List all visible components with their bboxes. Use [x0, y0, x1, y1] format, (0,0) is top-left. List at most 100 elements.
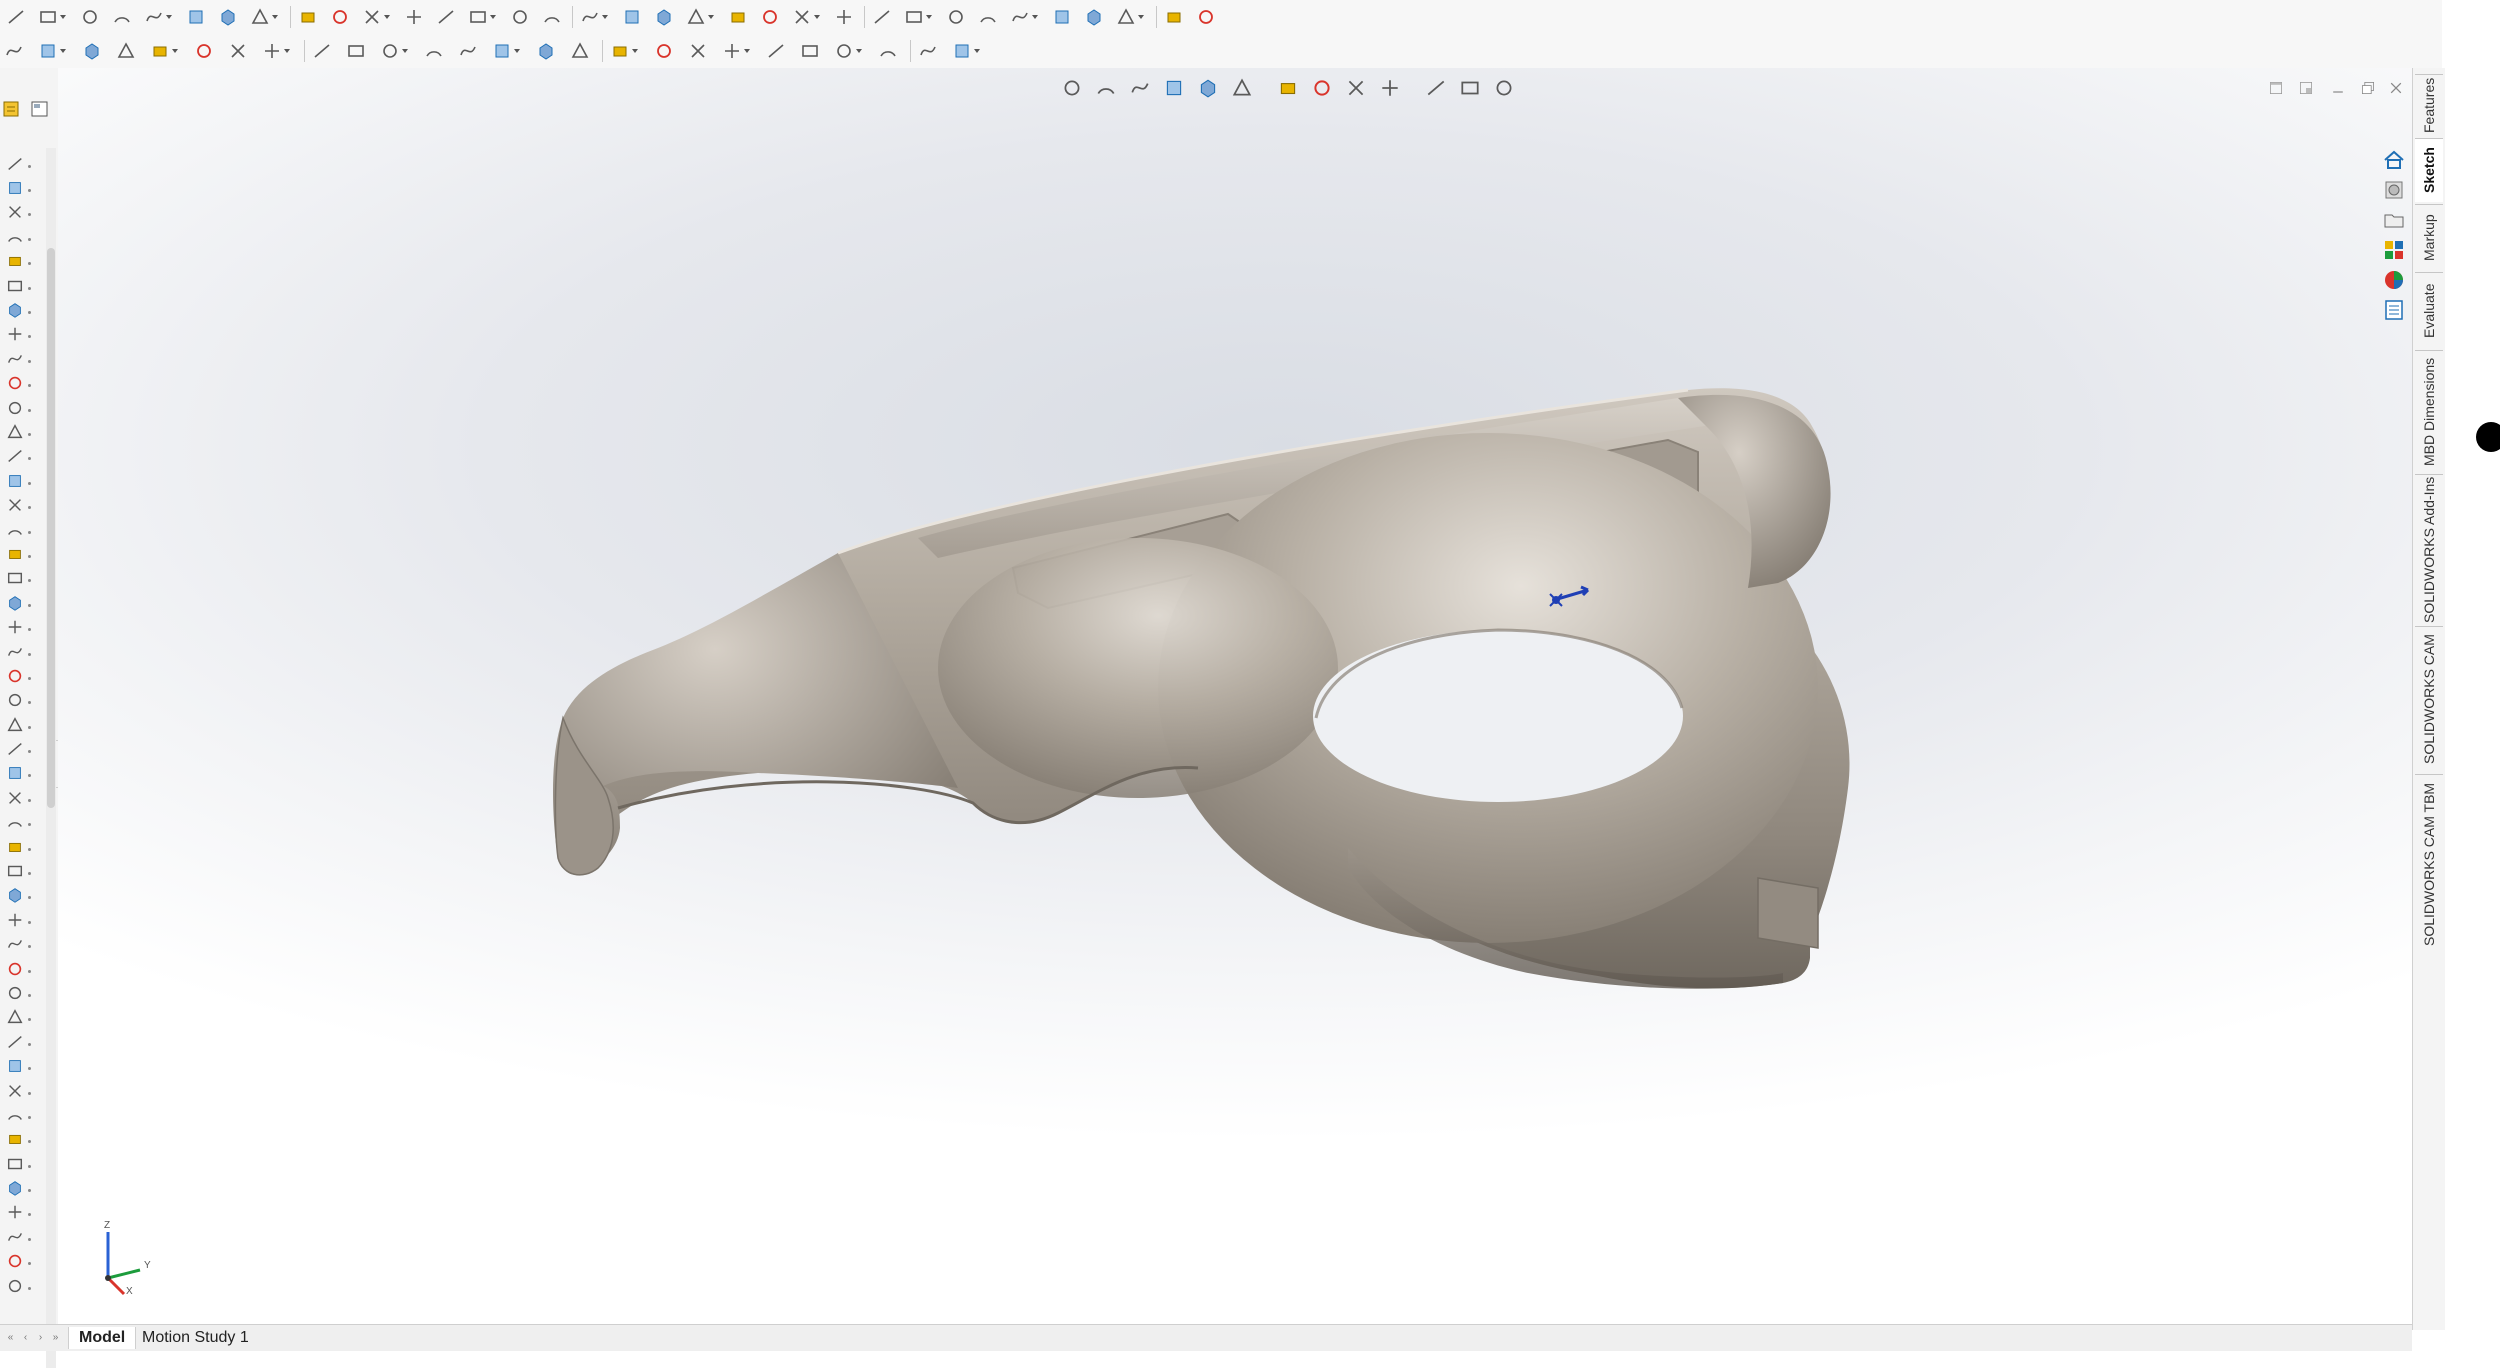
tree-item[interactable]: [6, 1178, 46, 1202]
section-properties-icon[interactable]: [312, 41, 332, 61]
dropdown-arrow-icon[interactable]: [926, 15, 932, 19]
dropdown-arrow-icon[interactable]: [172, 49, 178, 53]
tab-motion-study-1[interactable]: Motion Study 1: [132, 1327, 259, 1349]
repair-sketch-icon[interactable]: [728, 7, 748, 27]
tree-scrollbar[interactable]: [46, 148, 56, 1368]
tree-item[interactable]: [6, 203, 46, 227]
equations-icon[interactable]: [194, 41, 214, 61]
hide-show-icon[interactable]: [800, 41, 820, 61]
instant2d-icon[interactable]: [834, 7, 854, 27]
appearances-icon[interactable]: [2380, 266, 2408, 294]
dropdown-arrow-icon[interactable]: [1138, 15, 1144, 19]
extrude-boss-icon[interactable]: [82, 41, 102, 61]
view-left-icon[interactable]: [978, 7, 998, 27]
sweep-icon[interactable]: [150, 41, 170, 61]
rectangle-icon[interactable]: [80, 7, 100, 27]
dropdown-arrow-icon[interactable]: [708, 15, 714, 19]
ellipse-icon[interactable]: [250, 7, 270, 27]
dropdown-arrow-icon[interactable]: [166, 15, 172, 19]
sketch-line-dropdown-icon[interactable]: [6, 7, 26, 27]
tree-item[interactable]: [6, 764, 46, 788]
shaded-icon[interactable]: [610, 41, 630, 61]
arc-icon[interactable]: [186, 7, 206, 27]
tree-item[interactable]: [6, 349, 46, 373]
tolerance-icon[interactable]: [380, 41, 400, 61]
rebuild-icon[interactable]: [38, 41, 58, 61]
measure-icon[interactable]: [228, 41, 248, 61]
first-tab-icon[interactable]: «: [4, 1331, 17, 1344]
tree-item[interactable]: [6, 666, 46, 690]
tree-item[interactable]: [6, 1227, 46, 1251]
spline-icon[interactable]: [218, 7, 238, 27]
tree-item[interactable]: [6, 1081, 46, 1105]
tree-item[interactable]: [6, 739, 46, 763]
zebra-icon[interactable]: [536, 41, 556, 61]
slot-icon[interactable]: [112, 7, 132, 27]
tree-item[interactable]: [6, 569, 46, 593]
linear-pattern-icon[interactable]: [622, 7, 642, 27]
instant3d-icon[interactable]: [834, 41, 854, 61]
tree-item[interactable]: [6, 1008, 46, 1032]
view-top-icon[interactable]: [1052, 7, 1072, 27]
tree-item[interactable]: [6, 495, 46, 519]
tree-item[interactable]: [6, 983, 46, 1007]
tab-sketch[interactable]: Sketch: [2415, 138, 2443, 202]
dropdown-arrow-icon[interactable]: [974, 49, 980, 53]
view-right-icon[interactable]: [1010, 7, 1030, 27]
mirror-icon[interactable]: [580, 7, 600, 27]
tree-scrollbar-thumb[interactable]: [47, 248, 55, 808]
edit-appearance-icon[interactable]: [1196, 7, 1216, 27]
home-icon[interactable]: [2380, 146, 2408, 174]
view-palette-icon[interactable]: [2380, 236, 2408, 264]
tree-item[interactable]: [6, 227, 46, 251]
tab-solidworks-cam-tbm[interactable]: SOLIDWORKS CAM TBM: [2415, 774, 2443, 954]
quick-snaps-icon[interactable]: [760, 7, 780, 27]
thickness-icon[interactable]: [570, 41, 590, 61]
tree-item[interactable]: [6, 1105, 46, 1129]
tree-item[interactable]: [6, 813, 46, 837]
tree-item[interactable]: [6, 520, 46, 544]
tree-item[interactable]: [6, 691, 46, 715]
display-style-icon[interactable]: [766, 41, 786, 61]
graphics-area[interactable]: Z Y X: [58, 68, 2412, 1330]
tree-item[interactable]: [6, 300, 46, 324]
tree-item[interactable]: [6, 910, 46, 934]
dropdown-arrow-icon[interactable]: [602, 15, 608, 19]
dropdown-arrow-icon[interactable]: [284, 49, 290, 53]
polygon-icon[interactable]: [330, 7, 350, 27]
dropdown-arrow-icon[interactable]: [1032, 15, 1038, 19]
section-view-icon[interactable]: [722, 41, 742, 61]
custom-properties-icon[interactable]: [2380, 296, 2408, 324]
tab-solidworks-add-ins[interactable]: SOLIDWORKS Add-Ins: [2415, 474, 2443, 624]
tab-evaluate[interactable]: Evaluate: [2415, 272, 2443, 348]
interference-icon[interactable]: [424, 41, 444, 61]
tree-item[interactable]: [6, 1130, 46, 1154]
rapid-sketch-icon[interactable]: [792, 7, 812, 27]
dropdown-arrow-icon[interactable]: [490, 15, 496, 19]
dropdown-arrow-icon[interactable]: [856, 49, 862, 53]
dropdown-arrow-icon[interactable]: [384, 15, 390, 19]
plane-icon[interactable]: [404, 7, 424, 27]
tree-item[interactable]: [6, 788, 46, 812]
fillet-sketch-icon[interactable]: [298, 7, 318, 27]
curvature-icon[interactable]: [492, 41, 512, 61]
dropdown-arrow-icon[interactable]: [814, 15, 820, 19]
tab-features[interactable]: Features: [2415, 74, 2443, 136]
feature-manager-tab-icon[interactable]: [0, 96, 24, 122]
tree-item[interactable]: [6, 642, 46, 666]
tree-item[interactable]: [6, 398, 46, 422]
last-tab-icon[interactable]: »: [49, 1331, 62, 1344]
offset-icon[interactable]: [542, 7, 562, 27]
tree-item[interactable]: [6, 837, 46, 861]
tab-solidworks-cam[interactable]: SOLIDWORKS CAM: [2415, 626, 2443, 772]
text-icon[interactable]: [436, 7, 456, 27]
view-normal-icon[interactable]: [1164, 7, 1184, 27]
prev-tab-icon[interactable]: ‹: [19, 1331, 32, 1344]
smart-dimension-icon[interactable]: [4, 41, 24, 61]
line-icon[interactable]: [38, 7, 58, 27]
selection-filter-icon[interactable]: [952, 41, 972, 61]
tree-item[interactable]: [6, 325, 46, 349]
tree-item[interactable]: [6, 1252, 46, 1276]
display-relations-icon[interactable]: [686, 7, 706, 27]
hidden-lines-icon[interactable]: [654, 41, 674, 61]
